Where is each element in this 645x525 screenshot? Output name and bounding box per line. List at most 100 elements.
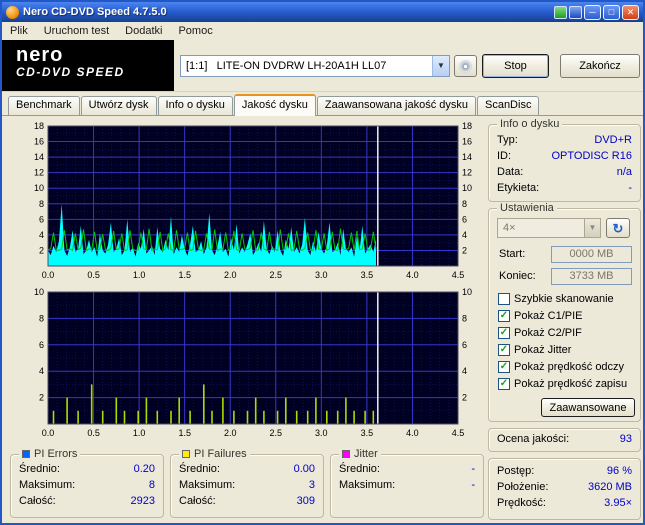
- svg-text:4.5: 4.5: [452, 428, 465, 438]
- nero-app-icon: [6, 5, 19, 19]
- svg-text:18: 18: [462, 121, 472, 131]
- disc-date-row: Data: n/a: [497, 166, 632, 178]
- disc-type-row: Typ: DVD+R: [497, 134, 632, 146]
- pi-errors-chart: 2 2 4 4 6 6 8 8 10 10 12 12 14 14 16 16 18 18 0.0 0.5 1.0 1.5…: [8, 120, 480, 285]
- pi-errors-panel: PI Errors Średnio: 0.20 Maksimum: 8 Całość…: [10, 448, 164, 518]
- svg-text:2: 2: [462, 245, 467, 255]
- pi-failures-panel: PI Failures Średnio: 0.00 Maksimum: 3 Cało…: [170, 448, 324, 518]
- position-row: Położenie: 3620 MB: [497, 481, 632, 493]
- svg-text:0.0: 0.0: [42, 270, 55, 280]
- stop-button[interactable]: Stop: [482, 54, 549, 78]
- svg-text:3.5: 3.5: [361, 270, 374, 280]
- svg-text:10: 10: [34, 183, 44, 193]
- svg-text:4.0: 4.0: [406, 428, 419, 438]
- menu-dodatki[interactable]: Dodatki: [117, 23, 170, 39]
- svg-text:2.0: 2.0: [224, 270, 237, 280]
- quality-score-group: Ocena jakości: 93: [488, 428, 641, 452]
- disc-info-group: Info o dysku Typ: DVD+R ID: OPTODISC R16 D…: [488, 118, 641, 202]
- pi-errors-legend-icon: [22, 450, 30, 458]
- stat-row: Całość: 2923: [19, 495, 155, 507]
- exit-button[interactable]: Zakończ: [560, 54, 640, 78]
- svg-text:2: 2: [39, 393, 44, 403]
- svg-text:8: 8: [39, 313, 44, 323]
- svg-text:2.5: 2.5: [270, 270, 283, 280]
- checkbox-icon[interactable]: ✓: [498, 310, 510, 322]
- svg-text:4: 4: [39, 366, 44, 376]
- svg-text:14: 14: [462, 152, 472, 162]
- window-title: Nero CD-DVD Speed 4.7.5.0: [23, 6, 167, 18]
- logo-line2: CD-DVD SPEED: [16, 65, 125, 79]
- end-field[interactable]: 3733 MB: [551, 268, 632, 285]
- pi-failures-panel-title: PI Failures: [194, 448, 247, 460]
- tab-scandisc[interactable]: ScanDisc: [476, 96, 540, 115]
- eject-button[interactable]: [454, 55, 477, 77]
- quality-score-value: 93: [619, 433, 632, 445]
- svg-text:1.5: 1.5: [178, 428, 191, 438]
- svg-text:16: 16: [34, 137, 44, 147]
- disc-id-row: ID: OPTODISC R16: [497, 150, 632, 162]
- title-bar: Nero CD-DVD Speed 4.7.5.0 ─ □ ✕: [2, 2, 643, 22]
- svg-text:0.0: 0.0: [42, 428, 55, 438]
- checkbox-icon[interactable]: ✓: [498, 344, 510, 356]
- minimize-button[interactable]: ─: [584, 4, 601, 20]
- tab-jakosc-dysku[interactable]: Jakość dysku: [233, 94, 316, 116]
- stat-row: Maksimum: 3: [179, 479, 315, 491]
- stat-row: Średnio: 0.20: [19, 463, 155, 475]
- end-label: Koniec:: [499, 270, 536, 282]
- settings-group: Ustawienia 4× ▼ ↻ Start: 0000 MB Koniec:…: [488, 202, 641, 422]
- svg-text:6: 6: [39, 340, 44, 350]
- svg-text:10: 10: [34, 287, 44, 297]
- tab-info-o-dysku[interactable]: Info o dysku: [157, 96, 233, 115]
- menu-uruchom-test[interactable]: Uruchom test: [36, 23, 117, 39]
- close-button[interactable]: ✕: [622, 4, 639, 20]
- svg-text:4.5: 4.5: [452, 270, 465, 280]
- drive-select[interactable]: [1:1] LITE-ON DVDRW LH-20A1H LL07 ▼: [180, 55, 450, 77]
- menu-pomoc[interactable]: Pomoc: [170, 23, 220, 39]
- checkbox-write-speed[interactable]: ✓ Pokaż prędkość zapisu: [498, 378, 638, 390]
- chevron-down-icon[interactable]: ▼: [432, 56, 449, 76]
- svg-text:1.0: 1.0: [133, 428, 146, 438]
- nero-logo: nero CD-DVD SPEED: [2, 40, 174, 91]
- svg-text:4: 4: [39, 230, 44, 240]
- checkbox-read-speed[interactable]: ✓ Pokaż prędkość odczy: [498, 361, 638, 373]
- svg-text:12: 12: [34, 168, 44, 178]
- drive-index: [1:1]: [186, 60, 208, 72]
- menu-plik[interactable]: Plik: [2, 23, 36, 39]
- checkbox-c2-pif[interactable]: ✓ Pokaż C2/PIF: [498, 327, 638, 339]
- tab-utworz-dysk[interactable]: Utwórz dysk: [80, 96, 157, 115]
- jitter-legend-icon: [342, 450, 350, 458]
- chevron-down-icon[interactable]: ▼: [584, 219, 600, 237]
- start-label: Start:: [499, 248, 526, 260]
- pi-failures-chart: 2 2 4 4 6 6 8 8 10 10 0.0 0.5 1.0 1.5 2.0 2.5 3.0 3.5 4.0 4…: [8, 286, 480, 443]
- stat-row: Maksimum: -: [339, 479, 475, 491]
- speed-select[interactable]: 4× ▼: [497, 218, 601, 238]
- checkbox-jitter[interactable]: ✓ Pokaż Jitter: [498, 344, 638, 356]
- tab-strip: Benchmark Utwórz dysk Info o dysku Jakoś…: [2, 93, 643, 116]
- svg-text:2: 2: [462, 393, 467, 403]
- stat-row: [331, 493, 483, 497]
- checkbox-c1-pie[interactable]: ✓ Pokaż C1/PIE: [498, 310, 638, 322]
- checkbox-icon[interactable]: ✓: [498, 378, 510, 390]
- refresh-button[interactable]: ↻: [606, 218, 630, 238]
- svg-text:4: 4: [462, 230, 467, 240]
- svg-text:0.5: 0.5: [87, 270, 100, 280]
- checkbox-icon[interactable]: ✓: [498, 327, 510, 339]
- quality-score-label: Ocena jakości:: [497, 433, 570, 445]
- svg-text:8: 8: [462, 199, 467, 209]
- checkbox-icon[interactable]: ✓: [498, 361, 510, 373]
- maximize-button[interactable]: □: [603, 4, 620, 20]
- start-field[interactable]: 0000 MB: [551, 246, 632, 263]
- jitter-panel: Jitter Średnio: - Maksimum: -: [330, 448, 484, 518]
- svg-text:4.0: 4.0: [406, 270, 419, 280]
- tab-zaawansowana-jakosc[interactable]: Zaawansowana jakość dysku: [316, 96, 476, 115]
- menu-bar: Plik Uruchom test Dodatki Pomoc: [2, 22, 643, 40]
- jitter-panel-title: Jitter: [354, 448, 378, 460]
- checkbox-icon[interactable]: [498, 293, 510, 305]
- advanced-button[interactable]: Zaawansowane: [541, 398, 635, 417]
- titlebar-green-icon[interactable]: [554, 5, 567, 19]
- tab-benchmark[interactable]: Benchmark: [8, 96, 80, 115]
- titlebar-blue-icon[interactable]: [569, 5, 582, 19]
- header-toolbar: nero CD-DVD SPEED [1:1] LITE-ON DVDRW LH…: [2, 40, 643, 92]
- svg-text:12: 12: [462, 168, 472, 178]
- checkbox-fast-scan[interactable]: Szybkie skanowanie: [498, 293, 638, 305]
